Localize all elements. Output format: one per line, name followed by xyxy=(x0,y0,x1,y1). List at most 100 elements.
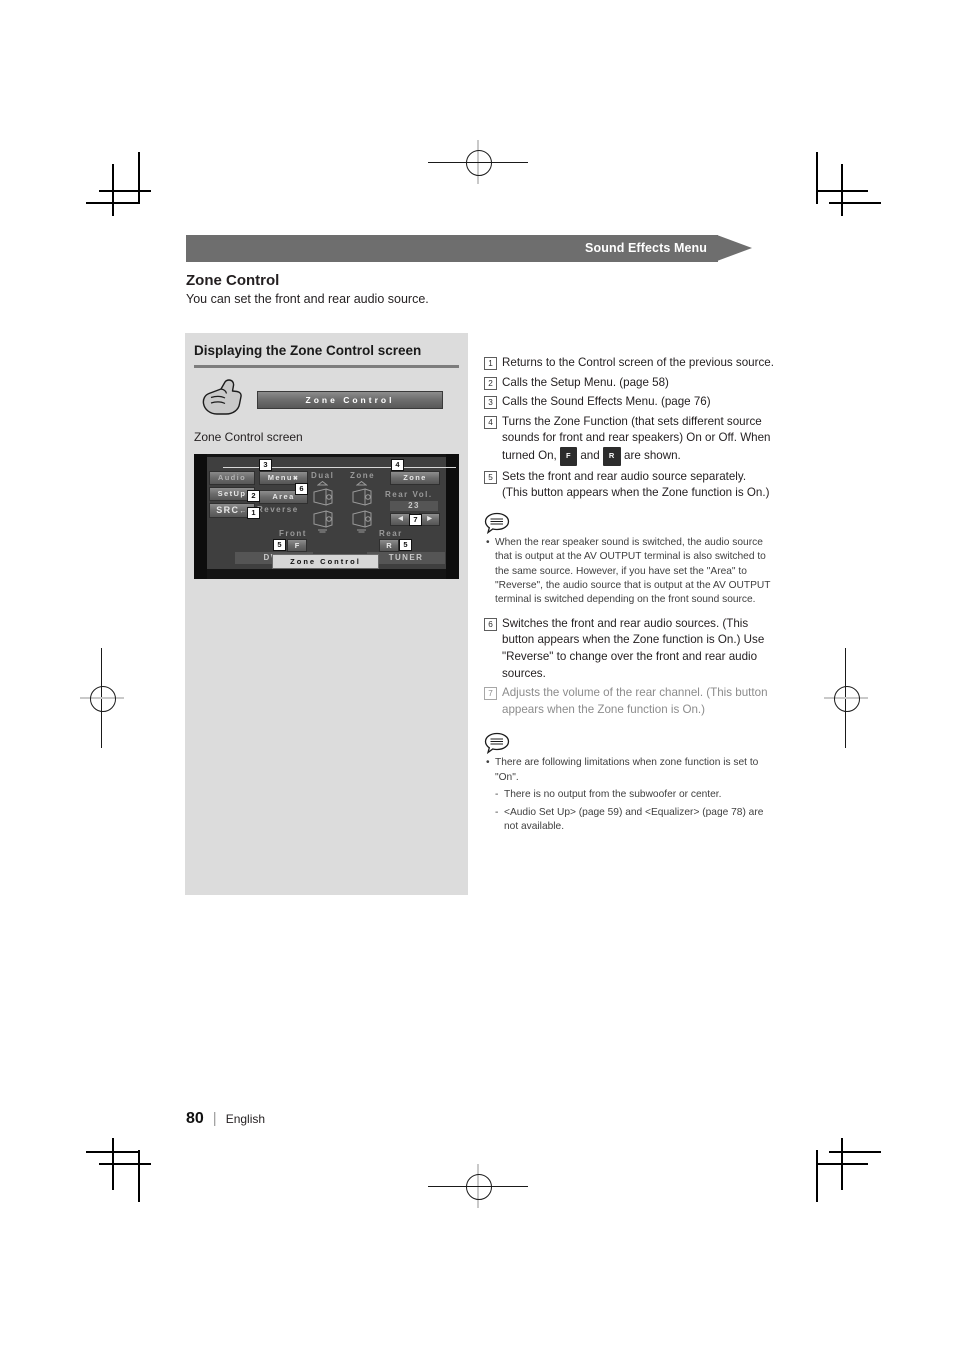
screen-front-badge-label: F xyxy=(294,541,300,550)
screen-menu-button-label: Menu xyxy=(267,473,293,482)
legend-text-3: Calls the Sound Effects Menu. (page 76) xyxy=(502,395,711,409)
page-subtitle: You can set the front and rear audio sou… xyxy=(186,292,429,306)
note-2-sub-2-dash: - xyxy=(495,806,499,818)
screen-bezel-left xyxy=(194,454,207,579)
legend-item-3: 3 Calls the Sound Effects Menu. (page 76… xyxy=(484,394,774,411)
legend-text-4-mid: and xyxy=(577,448,603,462)
screen-rear-source-badge[interactable]: R xyxy=(379,539,399,552)
zone-control-touch-button[interactable]: Zone Control xyxy=(257,391,443,409)
note-bubble-icon-2 xyxy=(484,733,510,755)
legend-number-5: 5 xyxy=(484,470,497,484)
registration-mark-top xyxy=(428,140,528,184)
right-arrow-icon: ▶ xyxy=(427,516,432,522)
screen-zone-control-tab[interactable]: Zone Control xyxy=(272,554,379,569)
note-1-body: When the rear speaker sound is switched,… xyxy=(495,536,771,606)
screen-rear-vol-value: 23 xyxy=(390,501,438,511)
callout-2: 2 xyxy=(247,490,260,502)
legend-number-4: 4 xyxy=(484,415,497,429)
marker-icon-dual-top xyxy=(317,481,328,486)
screen-audio-button-label: Audio xyxy=(217,473,247,482)
legend-text-7: Adjusts the volume of the rear channel. … xyxy=(502,686,768,716)
note-1-text: • When the rear speaker sound is switche… xyxy=(484,536,774,608)
screen-rear-vol-up-button[interactable]: ▶ xyxy=(419,513,440,526)
crop-mark-bottom-right-h2 xyxy=(829,1151,881,1153)
pointing-hand-icon xyxy=(202,379,242,415)
legend-number-1: 1 xyxy=(484,357,497,370)
note-1-bullet: • xyxy=(486,536,490,548)
legend-text-2: Calls the Setup Menu. (page 58) xyxy=(502,375,669,389)
panel-heading: Displaying the Zone Control screen xyxy=(194,343,422,358)
rear-zone-badge-icon: R xyxy=(602,446,621,466)
screen-rear-vol-down-button[interactable]: ◀ xyxy=(390,513,411,526)
screen-front-label: Front xyxy=(279,529,307,538)
registration-mark-bottom xyxy=(428,1164,528,1208)
registration-mark-right xyxy=(824,648,868,748)
legend-item-1: 1 Returns to the Control screen of the p… xyxy=(484,355,774,372)
footer-separator: | xyxy=(212,1110,217,1127)
device-screen-illustration: Audio SetUp SRC← Menu✖ Area Reverse Dual… xyxy=(194,454,459,579)
speaker-icon-zone-front xyxy=(352,488,372,506)
header-banner: Sound Effects Menu xyxy=(186,235,753,262)
crop-mark-top-left-h2 xyxy=(86,202,138,204)
note-2-bullet: • xyxy=(486,757,490,769)
panel-heading-rule xyxy=(194,365,459,368)
screen-rear-vol-label: Rear Vol. xyxy=(385,490,433,499)
crop-mark-bottom-right-v xyxy=(816,1150,818,1202)
callout-5-rear: 5 xyxy=(399,539,412,551)
legend-text-5: Sets the front and rear audio source sep… xyxy=(502,469,770,500)
crop-mark-top-right-v2 xyxy=(841,164,843,216)
callout-4: 4 xyxy=(391,459,404,471)
screen-zone-column-label: Zone xyxy=(350,471,376,480)
crop-mark-top-left-v xyxy=(138,152,140,204)
legend-item-7: 7 Adjusts the volume of the rear channel… xyxy=(484,685,774,718)
legend-text-6: Switches the front and rear audio source… xyxy=(502,616,765,680)
legend-number-7: 7 xyxy=(484,687,497,701)
footer-language: English xyxy=(225,1112,266,1126)
callout-1: 1 xyxy=(247,507,260,519)
note-2-sub-1: - There is no output from the subwoofer … xyxy=(484,788,774,802)
page-title: Zone Control xyxy=(186,272,280,289)
screen-inner-area: Audio SetUp SRC← Menu✖ Area Reverse Dual… xyxy=(207,457,456,569)
screen-dual-label: Dual xyxy=(311,471,335,480)
note-2-sub-2: - <Audio Set Up> (page 59) and <Equalize… xyxy=(484,806,774,835)
left-arrow-icon: ◀ xyxy=(398,516,403,522)
screen-rear-label: Rear xyxy=(379,529,403,538)
note-2-body: There are following limitations when zon… xyxy=(495,757,759,783)
legend-item-2: 2 Calls the Setup Menu. (page 58) xyxy=(484,375,774,392)
registration-mark-left xyxy=(80,648,124,748)
legend-item-6: 6 Switches the front and rear audio sour… xyxy=(484,616,774,682)
legend-number-3: 3 xyxy=(484,396,497,410)
legend-text-1: Returns to the Control screen of the pre… xyxy=(502,356,774,369)
crop-mark-bottom-left-v xyxy=(138,1150,140,1202)
speaker-icon-zone-rear xyxy=(352,510,372,528)
screen-zone-toggle-label: Zone xyxy=(403,473,427,482)
note-2-sub-1-body: There is no output from the subwoofer or… xyxy=(504,789,722,801)
screen-area-button-label: Area xyxy=(272,492,295,501)
crop-mark-top-left-h xyxy=(99,190,151,192)
crop-mark-top-right-v xyxy=(816,152,818,204)
screen-rear-badge-label: R xyxy=(386,541,392,550)
speaker-icon-dual-rear xyxy=(313,510,333,528)
crop-mark-top-left-v2 xyxy=(112,164,114,216)
note-2-text: • There are following limitations when z… xyxy=(484,756,774,785)
screen-setup-button-label: SetUp xyxy=(217,489,247,498)
note-2-sub-2-body: <Audio Set Up> (page 59) and <Equalizer>… xyxy=(504,806,764,832)
note-bubble-icon xyxy=(484,512,510,534)
callout-5-front: 5 xyxy=(273,539,286,551)
callout-7: 7 xyxy=(409,514,422,526)
front-zone-badge-icon: F xyxy=(560,446,578,466)
screen-front-source-badge[interactable]: F xyxy=(287,539,307,552)
screen-zone-toggle-button[interactable]: Zone xyxy=(390,471,440,485)
legend-item-4: 4 Turns the Zone Function (that sets dif… xyxy=(484,414,774,466)
callout-6: 6 xyxy=(295,483,308,495)
screen-reverse-label: Reverse xyxy=(257,505,299,514)
crop-mark-bottom-right-v2 xyxy=(841,1138,843,1190)
crop-mark-bottom-left-h2 xyxy=(86,1151,138,1153)
note-2-sub-1-dash: - xyxy=(495,789,499,801)
header-banner-title: Sound Effects Menu xyxy=(585,241,707,255)
legend-number-6: 6 xyxy=(484,617,497,631)
zone-control-touch-button-label: Zone Control xyxy=(305,395,395,405)
legend-number-2: 2 xyxy=(484,376,497,390)
note-block-2: • There are following limitations when z… xyxy=(484,732,774,834)
screen-audio-button[interactable]: Audio xyxy=(209,471,255,485)
